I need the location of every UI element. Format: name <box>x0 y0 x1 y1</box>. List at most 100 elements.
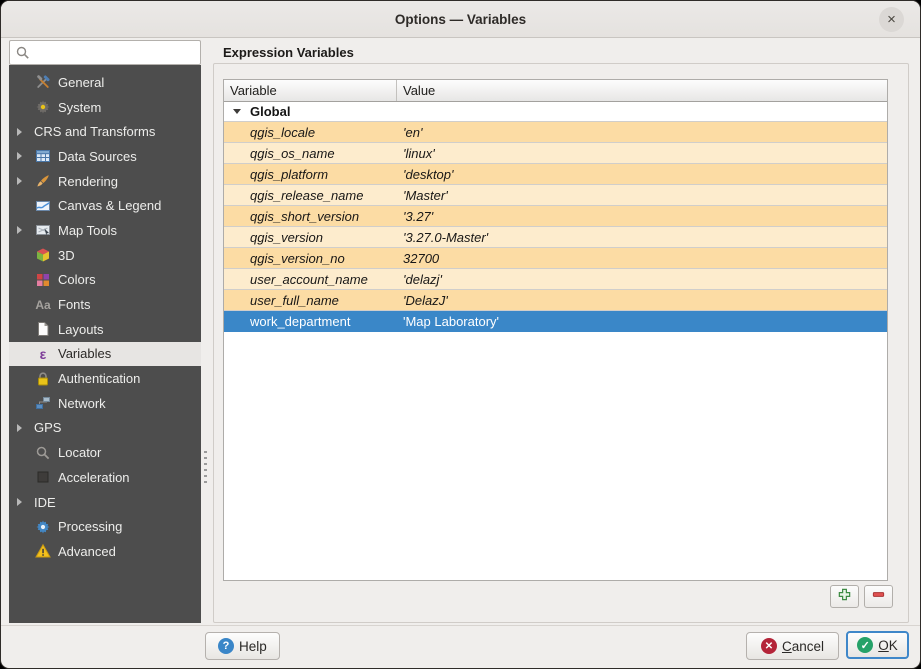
window-title: Options — Variables <box>395 12 526 27</box>
sidebar-item-network[interactable]: Network <box>9 391 201 416</box>
warning-icon <box>34 543 52 559</box>
sidebar-item-rendering[interactable]: Rendering <box>9 169 201 194</box>
expand-arrow-icon <box>17 498 22 506</box>
gear-icon <box>34 99 52 115</box>
variable-value: 'en' <box>397 125 422 140</box>
sidebar-item-ide[interactable]: IDE <box>9 490 201 515</box>
table-row[interactable]: user_account_name 'delazj' <box>224 269 887 290</box>
sidebar-item-label: 3D <box>58 248 75 263</box>
sidebar-item-layouts[interactable]: Layouts <box>9 317 201 342</box>
sidebar-item-label: CRS and Transforms <box>34 124 155 139</box>
sidebar-item-data-sources[interactable]: Data Sources <box>9 144 201 169</box>
sidebar-item-label: Colors <box>58 272 96 287</box>
sidebar-item-label: Canvas & Legend <box>58 198 161 213</box>
variable-value: '3.27.0-Master' <box>397 230 488 245</box>
remove-variable-button[interactable] <box>864 585 893 608</box>
network-icon <box>34 395 52 411</box>
fonts-icon: Aa <box>34 297 52 313</box>
sidebar-item-fonts[interactable]: Aa Fonts <box>9 292 201 317</box>
minus-icon <box>871 587 886 607</box>
table-row[interactable]: qgis_locale 'en' <box>224 122 887 143</box>
expand-arrow-icon <box>17 152 22 160</box>
sidebar-item-label: System <box>58 100 101 115</box>
paintbrush-icon <box>34 173 52 189</box>
sidebar-item-label: Advanced <box>58 544 116 559</box>
sidebar-item-label: Variables <box>58 346 111 361</box>
expand-arrow-icon <box>17 226 22 234</box>
table-row[interactable]: qgis_short_version '3.27' <box>224 206 887 227</box>
settings-search <box>9 40 201 65</box>
sidebar-item-authentication[interactable]: Authentication <box>9 366 201 391</box>
table-row[interactable]: qgis_version '3.27.0-Master' <box>224 227 887 248</box>
processing-gear-icon <box>34 519 52 535</box>
variable-value: 'Map Laboratory' <box>397 314 499 329</box>
variable-name: qgis_locale <box>224 125 397 140</box>
lock-icon <box>34 371 52 387</box>
sidebar-item-processing[interactable]: Processing <box>9 514 201 539</box>
search-input[interactable] <box>38 45 200 60</box>
table-row[interactable]: user_full_name 'DelazJ' <box>224 290 887 311</box>
variable-name: qgis_release_name <box>224 188 397 203</box>
variable-name: user_full_name <box>224 293 397 308</box>
variable-name: user_account_name <box>224 272 397 287</box>
sidebar-item-acceleration[interactable]: Acceleration <box>9 465 201 490</box>
sidebar-item-variables[interactable]: ε Variables <box>9 342 201 367</box>
title-bar: Options — Variables × <box>1 1 920 38</box>
sidebar-item-locator[interactable]: Locator <box>9 440 201 465</box>
cancel-button[interactable]: ✕ Cancel <box>746 632 839 660</box>
sidebar-item-canvas-legend[interactable]: Canvas & Legend <box>9 193 201 218</box>
sidebar-item-label: Layouts <box>58 322 104 337</box>
settings-sidebar: General System CRS and Transforms Data S… <box>9 65 201 623</box>
add-variable-button[interactable] <box>830 585 859 608</box>
map-tools-icon <box>34 222 52 238</box>
variable-name: work_department <box>224 314 397 329</box>
table-row-selected[interactable]: work_department 'Map Laboratory' <box>224 311 887 332</box>
color-swatches-icon <box>34 272 52 288</box>
epsilon-icon: ε <box>34 346 52 362</box>
help-icon: ? <box>218 638 234 654</box>
magnifier-icon <box>34 445 52 461</box>
options-dialog: Options — Variables × General System CRS… <box>0 0 921 669</box>
sidebar-item-label: General <box>58 75 104 90</box>
tools-icon <box>34 74 52 90</box>
sidebar-item-advanced[interactable]: Advanced <box>9 539 201 564</box>
table-row[interactable]: qgis_version_no 32700 <box>224 248 887 269</box>
group-label: Global <box>250 104 290 119</box>
help-button[interactable]: ? Help <box>205 632 280 660</box>
table-row[interactable]: qgis_release_name 'Master' <box>224 185 887 206</box>
sidebar-item-label: GPS <box>34 420 61 435</box>
ok-button[interactable]: ✓ OK <box>846 631 909 659</box>
sidebar-item-colors[interactable]: Colors <box>9 268 201 293</box>
variables-table: Variable Value Global qgis_locale 'en' q… <box>223 79 888 581</box>
variable-name: qgis_version <box>224 230 397 245</box>
ok-icon: ✓ <box>857 637 873 653</box>
close-icon[interactable]: × <box>879 7 904 32</box>
table-header: Variable Value <box>224 80 887 102</box>
sidebar-item-map-tools[interactable]: Map Tools <box>9 218 201 243</box>
column-header-value[interactable]: Value <box>397 80 441 101</box>
sidebar-item-label: Fonts <box>58 297 91 312</box>
sidebar-item-label: Rendering <box>58 174 118 189</box>
map-canvas-icon <box>34 198 52 214</box>
variable-name: qgis_short_version <box>224 209 397 224</box>
sidebar-item-gps[interactable]: GPS <box>9 416 201 441</box>
sidebar-item-label: Locator <box>58 445 101 460</box>
variable-name: qgis_os_name <box>224 146 397 161</box>
splitter-handle[interactable] <box>204 451 207 485</box>
variable-value: 'DelazJ' <box>397 293 448 308</box>
sidebar-item-label: Acceleration <box>58 470 130 485</box>
sidebar-item-3d[interactable]: 3D <box>9 243 201 268</box>
collapse-arrow-icon[interactable] <box>233 109 241 114</box>
column-header-variable[interactable]: Variable <box>224 80 397 101</box>
sidebar-item-system[interactable]: System <box>9 95 201 120</box>
sidebar-item-label: Authentication <box>58 371 140 386</box>
table-row[interactable]: qgis_platform 'desktop' <box>224 164 887 185</box>
sidebar-item-crs-and-transforms[interactable]: CRS and Transforms <box>9 119 201 144</box>
variable-name: qgis_version_no <box>224 251 397 266</box>
sidebar-item-general[interactable]: General <box>9 70 201 95</box>
expand-arrow-icon <box>17 128 22 136</box>
group-row-global[interactable]: Global <box>224 102 887 122</box>
search-icon <box>14 45 32 61</box>
sidebar-item-label: Map Tools <box>58 223 117 238</box>
table-row[interactable]: qgis_os_name 'linux' <box>224 143 887 164</box>
